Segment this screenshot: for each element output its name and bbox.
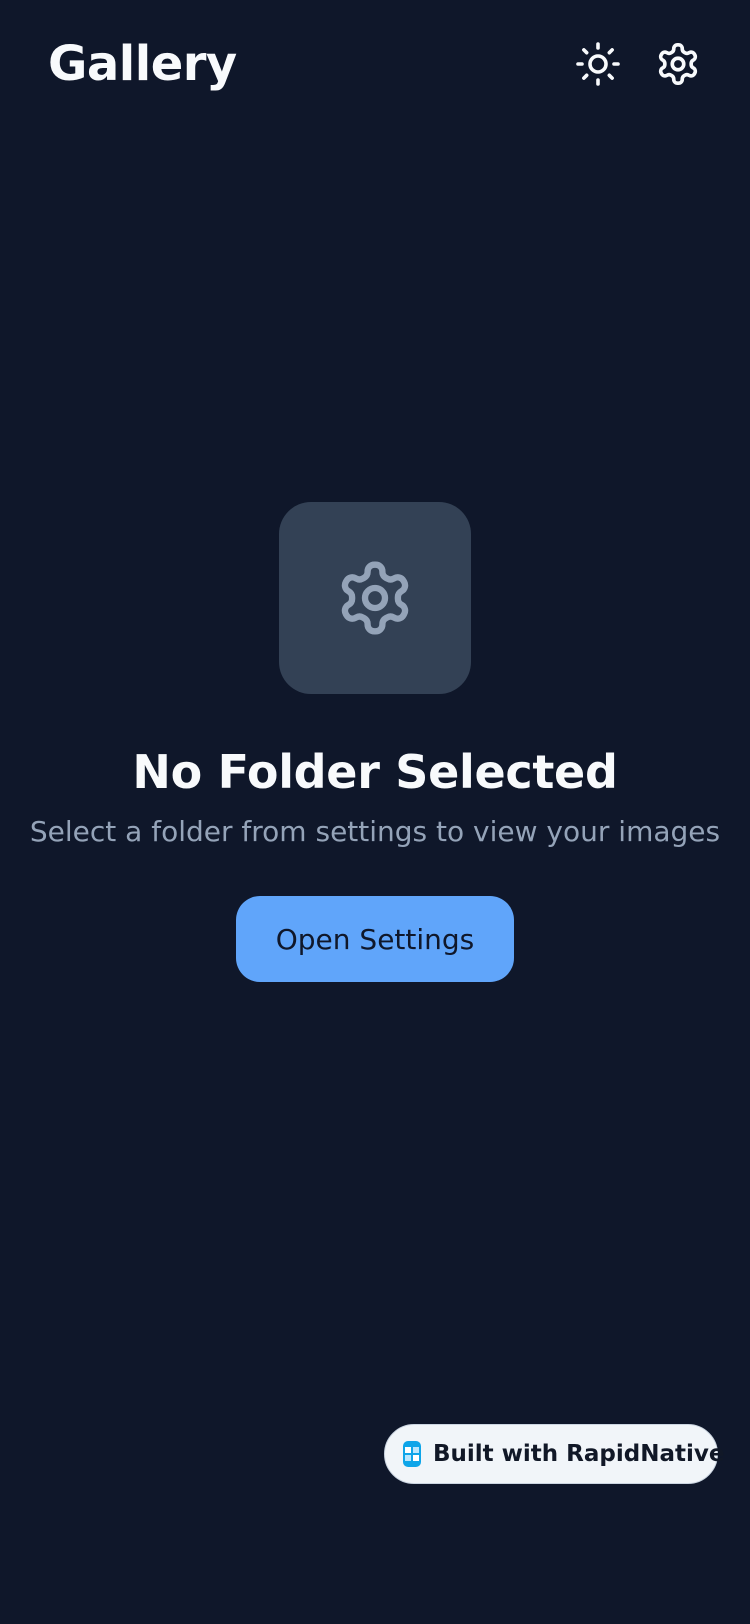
page-title: Gallery xyxy=(48,36,237,92)
settings-button[interactable] xyxy=(650,36,706,92)
empty-state-title: No Folder Selected xyxy=(132,745,618,799)
empty-state: No Folder Selected Select a folder from … xyxy=(0,502,750,982)
badge-label: Built with RapidNative xyxy=(433,1441,725,1467)
empty-state-icon-box xyxy=(279,502,471,694)
sun-icon xyxy=(576,42,620,86)
gear-icon xyxy=(341,561,409,635)
theme-toggle-button[interactable] xyxy=(570,36,626,92)
rapidnative-logo-icon xyxy=(403,1441,421,1467)
built-with-badge[interactable]: Built with RapidNative xyxy=(384,1424,724,1484)
empty-state-subtitle: Select a folder from settings to view yo… xyxy=(29,815,721,848)
gear-icon xyxy=(658,43,698,85)
app-header: Gallery xyxy=(0,0,750,130)
open-settings-button[interactable]: Open Settings xyxy=(236,896,514,982)
